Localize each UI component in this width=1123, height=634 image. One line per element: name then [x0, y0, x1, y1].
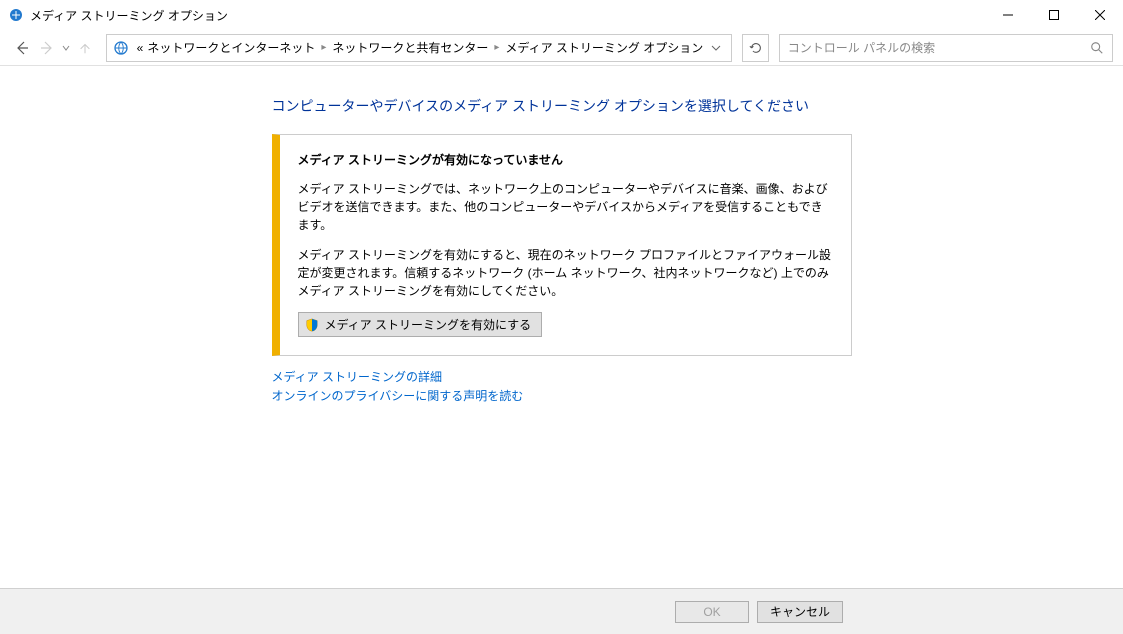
enable-streaming-label: メディア ストリーミングを有効にする [325, 316, 532, 333]
privacy-link[interactable]: オンラインのプライバシーに関する声明を読む [272, 387, 852, 406]
toolbar: « ネットワークとインターネット ▸ ネットワークと共有センター ▸ メディア … [0, 30, 1123, 66]
nav-up-button[interactable] [75, 36, 96, 60]
app-icon [8, 7, 24, 23]
shield-icon [305, 318, 319, 332]
chevron-down-icon[interactable] [62, 44, 71, 52]
page-heading: コンピューターやデバイスのメディア ストリーミング オプションを選択してください [272, 96, 852, 116]
notice-paragraph: メディア ストリーミングを有効にすると、現在のネットワーク プロファイルとファイ… [298, 246, 833, 300]
address-bar[interactable]: « ネットワークとインターネット ▸ ネットワークと共有センター ▸ メディア … [106, 34, 733, 62]
chevron-right-icon[interactable]: ▸ [490, 42, 503, 53]
network-icon [111, 38, 131, 58]
content-area: コンピューターやデバイスのメディア ストリーミング オプションを選択してください… [0, 66, 1123, 588]
cancel-button[interactable]: キャンセル [757, 601, 843, 623]
links-section: メディア ストリーミングの詳細 オンラインのプライバシーに関する声明を読む [272, 368, 852, 406]
search-box[interactable] [779, 34, 1113, 62]
minimize-button[interactable] [985, 0, 1031, 30]
notice-paragraph: メディア ストリーミングでは、ネットワーク上のコンピューターやデバイスに音楽、画… [298, 180, 833, 234]
nav-back-button[interactable] [12, 36, 33, 60]
footer-bar: OK キャンセル [0, 588, 1123, 634]
notice-title: メディア ストリーミングが有効になっていません [298, 151, 833, 168]
breadcrumb-item[interactable]: メディア ストリーミング オプション [503, 39, 705, 56]
refresh-button[interactable] [742, 34, 768, 62]
ok-button[interactable]: OK [675, 601, 749, 623]
details-link[interactable]: メディア ストリーミングの詳細 [272, 368, 852, 387]
window-controls [985, 0, 1123, 30]
nav-forward-button[interactable] [37, 36, 58, 60]
address-dropdown-icon[interactable] [705, 43, 727, 53]
maximize-button[interactable] [1031, 0, 1077, 30]
notice-panel: メディア ストリーミングが有効になっていません メディア ストリーミングでは、ネ… [272, 134, 852, 356]
close-button[interactable] [1077, 0, 1123, 30]
breadcrumb-item[interactable]: ネットワークと共有センター [330, 39, 490, 56]
search-input[interactable] [788, 41, 1084, 55]
window-title: メディア ストリーミング オプション [30, 7, 228, 24]
titlebar: メディア ストリーミング オプション [0, 0, 1123, 30]
breadcrumb-prefix: « [135, 41, 146, 55]
chevron-right-icon[interactable]: ▸ [317, 42, 330, 53]
search-icon[interactable] [1090, 41, 1104, 55]
breadcrumb-item[interactable]: ネットワークとインターネット [145, 39, 317, 56]
enable-streaming-button[interactable]: メディア ストリーミングを有効にする [298, 312, 543, 337]
